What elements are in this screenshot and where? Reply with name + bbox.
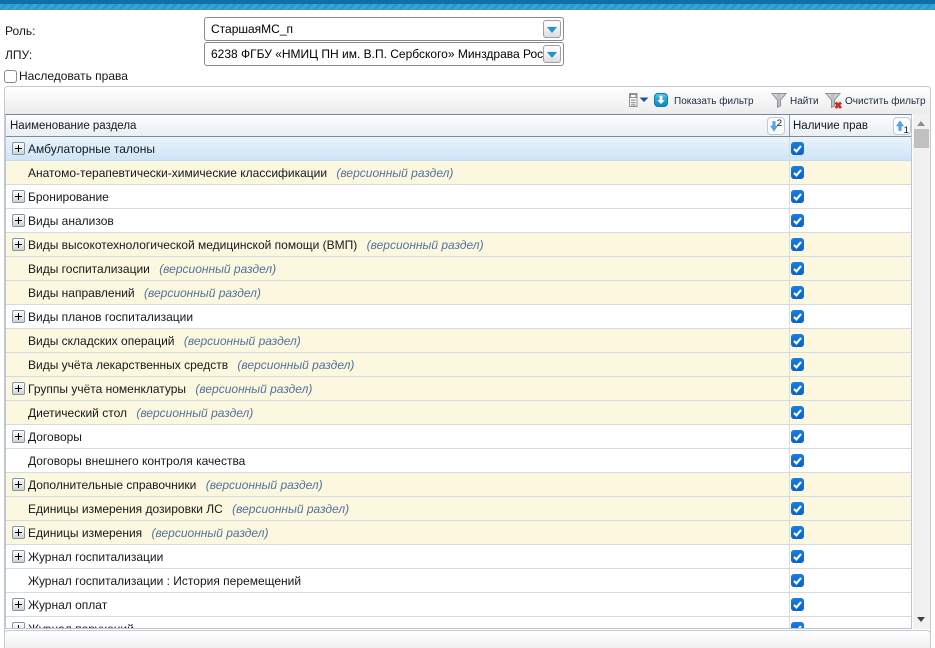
svg-text:2: 2 [777,118,782,129]
svg-text:1: 1 [904,125,909,134]
